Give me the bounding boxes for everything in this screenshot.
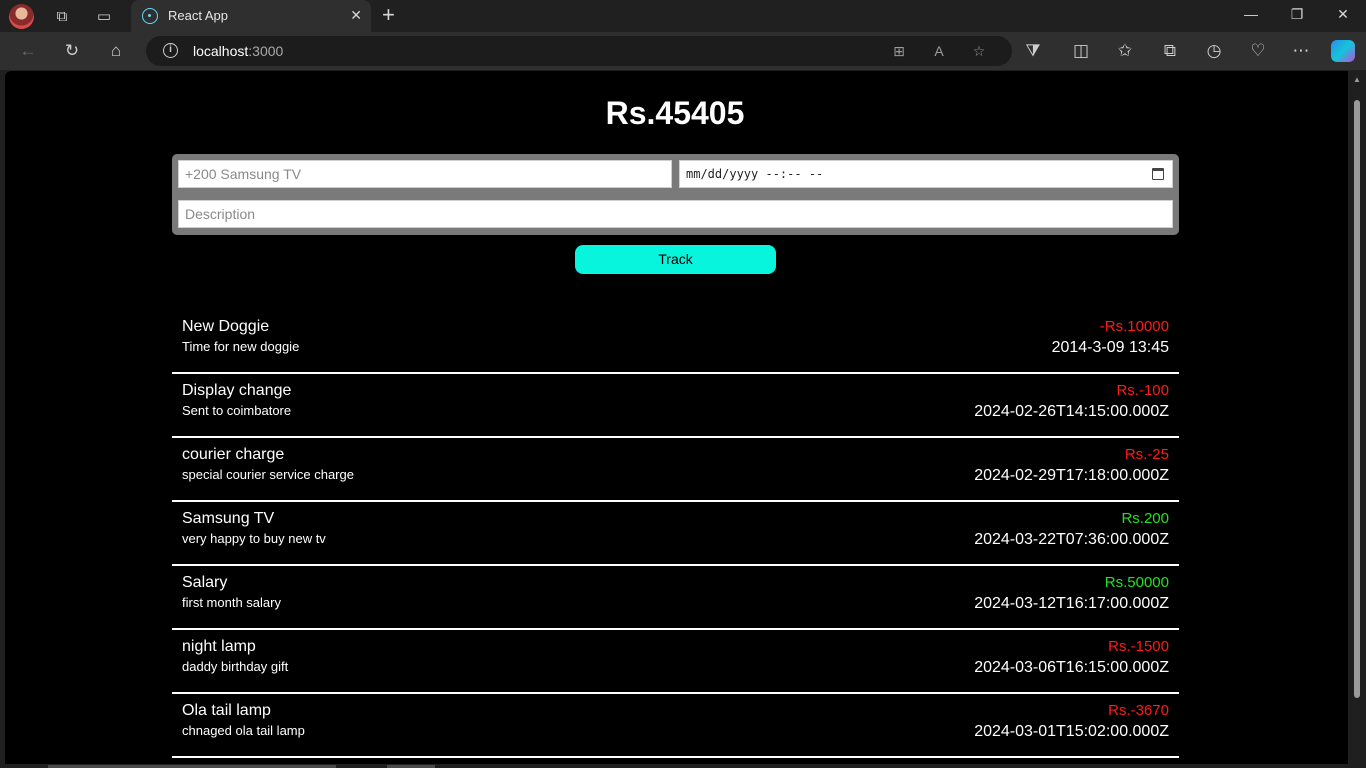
- close-tab-icon[interactable]: ✕: [350, 7, 362, 24]
- transaction-price: Rs.200: [1121, 510, 1169, 527]
- transaction-price: Rs.-100: [1116, 382, 1169, 399]
- profile-avatar[interactable]: [9, 4, 34, 29]
- back-icon[interactable]: ←: [18, 41, 38, 61]
- transaction-price: Rs.-25: [1124, 446, 1169, 463]
- app-available-icon[interactable]: ⊞: [890, 42, 908, 60]
- transaction-name: night lamp: [182, 638, 256, 655]
- transaction-price: Rs.-1500: [1108, 638, 1169, 655]
- horizontal-scrollbar[interactable]: [0, 764, 1348, 768]
- scroll-up-arrow-icon[interactable]: ▲: [1353, 75, 1361, 84]
- name-input[interactable]: [179, 161, 671, 187]
- minimize-icon[interactable]: —: [1241, 6, 1261, 22]
- tab-react-app[interactable]: React App ✕: [131, 0, 371, 32]
- new-tab-icon[interactable]: +: [382, 4, 395, 26]
- transaction-description: daddy birthday gift: [182, 659, 289, 674]
- transaction-description: chnaged ola tail lamp: [182, 723, 305, 738]
- url-text[interactable]: localhost:3000: [193, 43, 283, 59]
- transaction-row: courier charge special courier service ch…: [172, 438, 1179, 502]
- more-menu-icon[interactable]: ⋯: [1291, 41, 1311, 61]
- track-button[interactable]: Track: [575, 245, 776, 274]
- extensions-icon[interactable]: ⧩: [1023, 41, 1043, 61]
- tab-title: React App: [168, 8, 228, 23]
- transaction-row: Ola tail lamp chnaged ola tail lamp Rs.-36…: [172, 694, 1179, 758]
- transaction-date: 2024-03-22T07:36:00.000Z: [974, 531, 1169, 548]
- workspaces-icon[interactable]: ⧉: [52, 6, 72, 26]
- transaction-form: mm/dd/yyyy --:-- --: [172, 154, 1179, 235]
- split-screen-icon[interactable]: ◫: [1071, 41, 1091, 61]
- transaction-name: New Doggie: [182, 318, 270, 335]
- tab-actions-icon[interactable]: ▭: [94, 6, 114, 26]
- transaction-price: Rs.-3670: [1108, 702, 1169, 719]
- datetime-field[interactable]: mm/dd/yyyy --:-- --: [679, 160, 1173, 188]
- vertical-scrollbar[interactable]: ▲: [1348, 71, 1366, 768]
- transaction-description: special courier service charge: [182, 467, 354, 482]
- transaction-row: Salary first month salary Rs.50000 2024-03-…: [172, 566, 1179, 630]
- restore-icon[interactable]: ❐: [1287, 6, 1307, 23]
- copilot-icon[interactable]: [1331, 40, 1355, 62]
- transaction-description: Sent to coimbatore: [182, 403, 292, 418]
- read-aloud-icon[interactable]: A: [930, 42, 948, 60]
- transaction-row: Display change Sent to coimbatore Rs.-100 2…: [172, 374, 1179, 438]
- transaction-name: Samsung TV: [182, 510, 275, 527]
- collections-icon[interactable]: ⧉: [1160, 41, 1180, 61]
- react-favicon-icon: [142, 8, 158, 24]
- transaction-description: very happy to buy new tv: [182, 531, 326, 546]
- calendar-icon[interactable]: [1152, 168, 1164, 180]
- url-host: localhost: [193, 43, 249, 59]
- transaction-row: New Doggie Time for new doggie -Rs.10000 20…: [172, 310, 1179, 374]
- description-field[interactable]: [178, 200, 1173, 228]
- favorite-star-icon[interactable]: ☆: [970, 42, 988, 60]
- home-icon[interactable]: ⌂: [106, 41, 126, 61]
- transaction-name: Ola tail lamp: [182, 702, 271, 719]
- browser-essentials-icon[interactable]: ♡: [1248, 41, 1268, 61]
- name-field[interactable]: [178, 160, 672, 188]
- transaction-date: 2024-03-01T15:02:00.000Z: [974, 723, 1169, 740]
- transaction-date: 2024-02-29T17:18:00.000Z: [974, 467, 1169, 484]
- transaction-date: 2014-3-09 13:45: [1051, 339, 1169, 356]
- transaction-price: Rs.50000: [1104, 574, 1169, 591]
- history-icon[interactable]: ◷: [1204, 41, 1224, 61]
- url-port: :3000: [248, 43, 284, 59]
- datetime-placeholder: mm/dd/yyyy --:-- --: [686, 167, 824, 181]
- transaction-row: Samsung TV very happy to buy new tv Rs.200…: [172, 502, 1179, 566]
- site-info-icon[interactable]: i: [163, 43, 178, 58]
- description-input[interactable]: [179, 201, 1172, 227]
- page-viewport: Rs.45405 mm/dd/yyyy --:-- -- Track New D…: [5, 71, 1348, 768]
- address-bar[interactable]: i localhost:3000 ⊞ A ☆: [146, 36, 1012, 66]
- favorites-icon[interactable]: ✩: [1115, 41, 1135, 61]
- close-window-icon[interactable]: ✕: [1333, 6, 1353, 23]
- transaction-name: Display change: [182, 382, 292, 399]
- transaction-row: night lamp daddy birthday gift Rs.-1500 202…: [172, 630, 1179, 694]
- refresh-icon[interactable]: ↻: [62, 41, 82, 61]
- address-toolbar: ← ↻ ⌂ i localhost:3000 ⊞ A ☆ ⧩ ◫ ✩ ⧉ ◷ ♡…: [0, 32, 1366, 70]
- transaction-description: Time for new doggie: [182, 339, 300, 354]
- transaction-price: -Rs.10000: [1099, 318, 1169, 335]
- transaction-name: Salary: [182, 574, 228, 591]
- transaction-list: New Doggie Time for new doggie -Rs.10000 20…: [172, 310, 1179, 758]
- transaction-description: first month salary: [182, 595, 281, 610]
- transaction-date: 2024-03-06T16:15:00.000Z: [974, 659, 1169, 676]
- balance-heading: Rs.45405: [605, 95, 745, 131]
- scroll-thumb[interactable]: [1354, 100, 1360, 698]
- transaction-date: 2024-02-26T14:15:00.000Z: [974, 403, 1169, 420]
- transaction-date: 2024-03-12T16:17:00.000Z: [974, 595, 1169, 612]
- transaction-name: courier charge: [182, 446, 285, 463]
- title-bar: ⧉ ▭ React App ✕ + — ❐ ✕: [0, 0, 1366, 32]
